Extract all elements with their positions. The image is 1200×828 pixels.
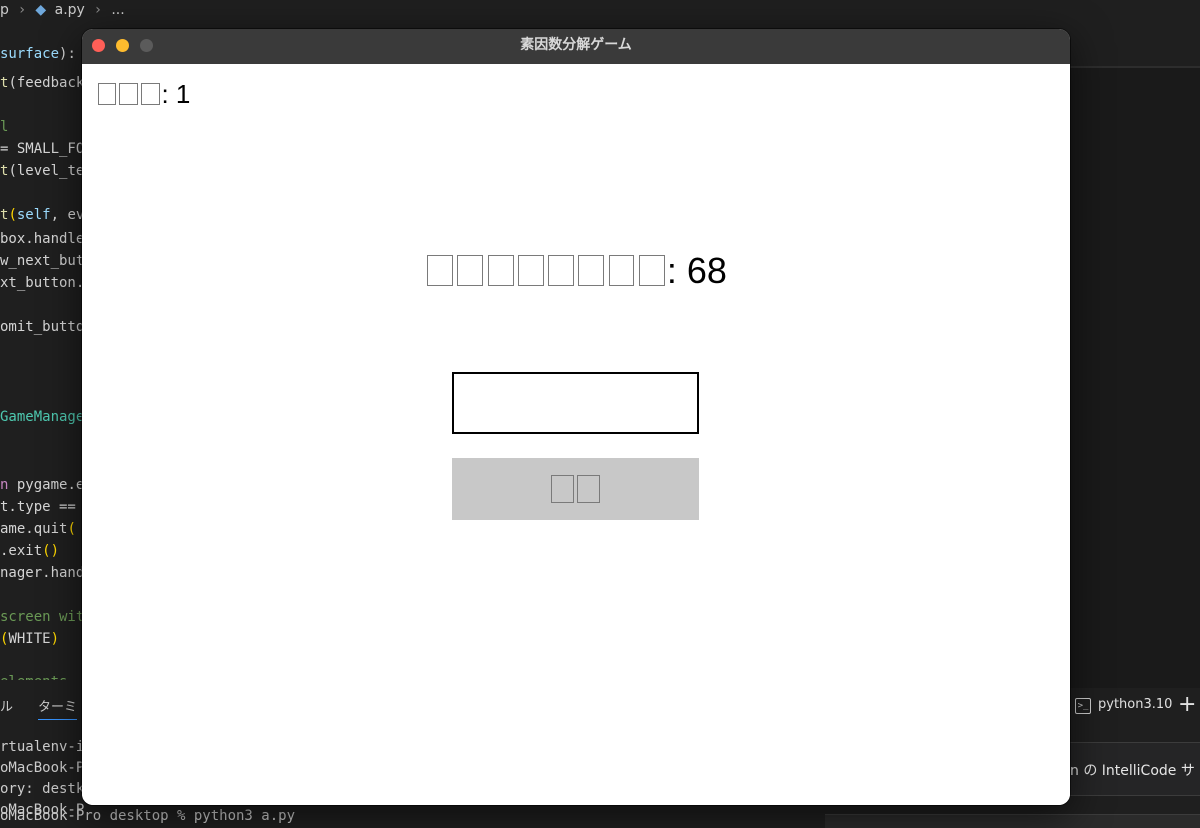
terminal-instance[interactable]: >_ python3.10 + <box>1070 690 1200 720</box>
problem-number: : 68 <box>666 250 727 291</box>
terminal-prompt-line: oMacBook-Pro desktop % python3 a.py <box>0 808 296 824</box>
code-line: t(level_te <box>0 163 82 179</box>
terminal-line: rtualenv-i <box>0 739 85 755</box>
code-line: t(self, ev <box>0 207 82 223</box>
breadcrumb-more[interactable]: ... <box>111 2 124 18</box>
chevron-right-icon: › <box>19 2 25 18</box>
missing-glyph-box <box>427 254 454 286</box>
missing-glyph-box <box>608 254 635 286</box>
code-line: xt_button. <box>0 275 82 291</box>
problem-text: : 68 <box>82 250 1070 292</box>
code-line: GameManage <box>0 409 82 425</box>
terminal-name[interactable]: python3.10 <box>1098 697 1172 712</box>
code-line: .exit() <box>0 543 60 559</box>
game-canvas: : 1 : 68 <box>82 64 1070 805</box>
editor-right-area <box>1070 66 1200 688</box>
chevron-right-icon: › <box>95 2 101 18</box>
breadcrumb-file[interactable]: a.py <box>55 2 85 18</box>
answer-input[interactable] <box>452 372 699 434</box>
window-titlebar[interactable]: 素因数分解ゲーム <box>82 29 1070 65</box>
code-line: omit_butto <box>0 319 82 335</box>
terminal-line: ory: destk <box>0 781 85 797</box>
missing-glyph-box <box>638 254 665 286</box>
status-strip <box>825 814 1200 828</box>
breadcrumb: p › ◆ a.py › ... <box>0 0 1200 20</box>
intellicode-notification[interactable]: n の IntelliCode サ <box>1060 742 1200 796</box>
missing-glyph-box <box>577 475 601 503</box>
code-line: nager.hand <box>0 565 82 581</box>
missing-glyph-box <box>119 82 139 106</box>
code-line: surface): <box>0 46 76 62</box>
missing-glyph-box <box>548 254 575 286</box>
missing-glyph-box <box>457 254 484 286</box>
code-line: box.handle <box>0 231 82 247</box>
window-title: 素因数分解ゲーム <box>520 37 632 53</box>
game-window: 素因数分解ゲーム : 1 : 68 <box>82 29 1070 805</box>
breadcrumb-folder[interactable]: p <box>0 2 9 18</box>
terminal-icon: >_ <box>1075 698 1091 714</box>
missing-glyph-box <box>97 82 117 106</box>
missing-glyph-box <box>487 254 514 286</box>
score-label <box>96 79 161 109</box>
score-value: : 1 <box>161 79 191 109</box>
tab-terminal[interactable]: ターミ <box>38 696 78 720</box>
code-line: t.type == <box>0 499 76 515</box>
code-line: ame.quit( <box>0 521 76 537</box>
code-line: (WHITE) <box>0 631 60 647</box>
plus-icon[interactable]: + <box>1178 692 1196 717</box>
code-line: l <box>0 119 9 135</box>
submit-button[interactable] <box>452 458 699 520</box>
code-line: n pygame.e <box>0 477 82 493</box>
missing-glyph-box <box>578 254 605 286</box>
code-editor[interactable]: surface): t(feedback l = SMALL_FO t(leve… <box>0 40 82 680</box>
missing-glyph-box <box>141 82 160 106</box>
missing-glyph-box <box>550 475 574 503</box>
tab-output[interactable]: ル <box>0 696 13 715</box>
submit-label <box>549 471 603 507</box>
code-line: = SMALL_FO <box>0 141 82 157</box>
problem-label <box>425 250 667 291</box>
code-line: elements <box>0 672 67 680</box>
panel-tabs: ル ターミ <box>0 688 82 720</box>
python-icon: ◆ <box>35 2 47 18</box>
code-line: t(feedback <box>0 75 82 91</box>
score-display: : 1 <box>96 79 190 110</box>
code-line: screen wit <box>0 609 82 625</box>
missing-glyph-box <box>517 254 544 286</box>
code-line: w_next_but <box>0 253 82 269</box>
terminal-line: oMacBook-P <box>0 760 85 776</box>
intellicode-text: n の IntelliCode サ <box>1070 763 1195 779</box>
